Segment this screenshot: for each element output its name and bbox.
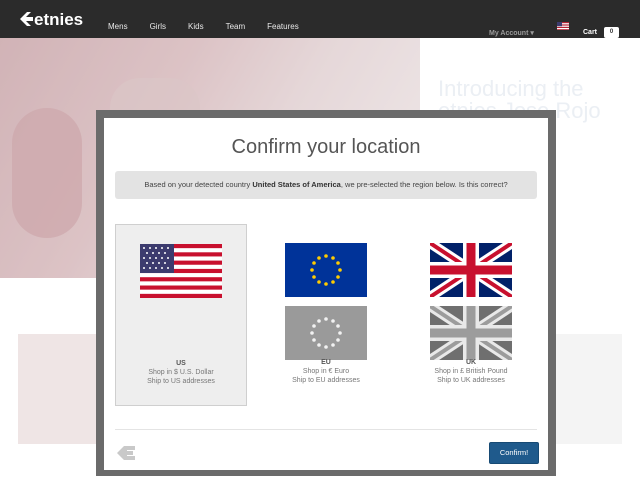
nav-item-team[interactable]: Team	[226, 22, 246, 31]
confirm-button[interactable]: Confirm!	[489, 442, 539, 464]
detected-country-notice: Based on your detected country United St…	[115, 171, 537, 199]
notice-suffix: , we pre-selected the region below. Is t…	[340, 180, 508, 189]
region-code: UK	[465, 359, 477, 366]
location-modal: Confirm your location Based on your dete…	[104, 118, 548, 470]
etnies-logo[interactable]: etnies	[18, 8, 92, 30]
svg-text:etnies: etnies	[34, 10, 83, 29]
region-currency: Shop in € Euro	[302, 368, 350, 375]
uk-flag-icon	[430, 306, 512, 360]
nav-item-kids[interactable]: Kids	[188, 22, 204, 31]
region-shipping: Ship to UK addresses	[437, 377, 505, 384]
cart-link[interactable]: Cart	[583, 29, 597, 36]
site-header: etnies Mens Girls Kids Team Features My …	[0, 0, 640, 38]
region-shipping: Ship to EU addresses	[292, 377, 360, 384]
notice-prefix: Based on your detected country	[144, 180, 253, 189]
uk-flag-icon	[430, 243, 512, 297]
cart-count-badge[interactable]: 0	[604, 27, 619, 38]
etnies-e-icon	[117, 446, 135, 460]
region-currency: Shop in $ U.S. Dollar	[148, 369, 214, 376]
nav-item-features[interactable]: Features	[267, 22, 299, 31]
detected-country: United States of America	[252, 180, 341, 189]
region-code: EU	[321, 359, 331, 366]
region-code: US	[176, 360, 186, 367]
region-currency: Shop in £ British Pound	[434, 368, 508, 375]
region-option-eu[interactable]: EU Shop in € Euro Ship to EU addresses	[261, 224, 391, 404]
eu-flag-icon	[285, 306, 367, 360]
nav-item-girls[interactable]: Girls	[150, 22, 166, 31]
my-account-menu[interactable]: My Account ▾	[489, 29, 534, 37]
region-option-us[interactable]: US Shop in $ U.S. Dollar Ship to US addr…	[115, 224, 247, 406]
region-option-uk[interactable]: UK Shop in £ British Pound Ship to UK ad…	[406, 224, 536, 404]
nav-item-mens[interactable]: Mens	[108, 22, 128, 31]
modal-title: Confirm your location	[231, 136, 421, 158]
us-flag-icon	[140, 244, 222, 298]
modal-divider	[115, 429, 537, 430]
eu-flag-icon	[285, 243, 367, 297]
main-nav: Mens Girls Kids Team Features	[108, 22, 321, 31]
region-shipping: Ship to US addresses	[147, 378, 215, 385]
us-flag-icon[interactable]	[557, 22, 569, 30]
